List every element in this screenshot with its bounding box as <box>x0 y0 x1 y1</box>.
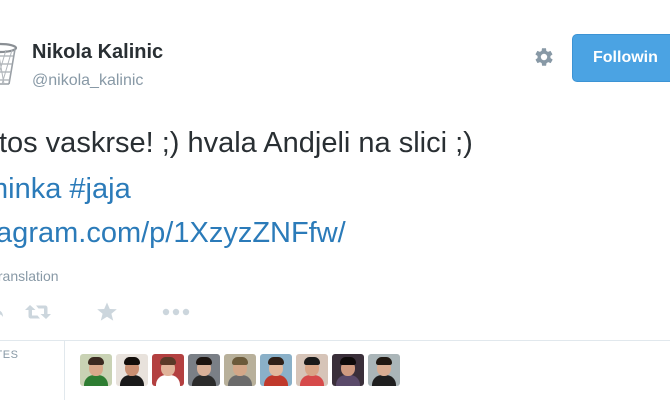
author-screen-name[interactable]: @nikola_kalinic <box>32 72 143 90</box>
following-button[interactable]: Followin <box>572 34 670 82</box>
favorite-button[interactable] <box>96 300 118 324</box>
favorites-count-label: ITES <box>0 349 19 361</box>
tweet-text-line-2: minka #jaja <box>0 172 131 206</box>
author-display-name[interactable]: Nikola Kalinic <box>32 41 163 64</box>
reply-icon <box>0 310 3 317</box>
favoriter-avatar[interactable] <box>260 354 292 386</box>
view-translation-link[interactable]: w translation <box>0 268 59 284</box>
author-avatar[interactable] <box>0 40 18 92</box>
favoriter-avatar[interactable] <box>296 354 328 386</box>
settings-button[interactable] <box>528 42 558 72</box>
favoriter-avatar[interactable] <box>332 354 364 386</box>
favoriter-avatar[interactable] <box>80 354 112 386</box>
more-options-button[interactable] <box>162 300 190 324</box>
tweet-text-line-3: tagram.com/p/1XzyzZNFfw/ <box>0 216 346 250</box>
stats-vertical-divider <box>64 340 65 400</box>
favoriter-avatar[interactable] <box>224 354 256 386</box>
favoriter-avatar[interactable] <box>152 354 184 386</box>
favorite-icon <box>97 302 117 321</box>
retweet-icon <box>25 305 51 319</box>
hashtag-link[interactable]: minka <box>0 173 61 205</box>
reply-button[interactable] <box>0 300 4 324</box>
favoriter-avatar[interactable] <box>116 354 148 386</box>
stats-divider <box>0 340 670 341</box>
tweet-text-line-1: istos vaskrse! ;) hvala Andjeli na slici… <box>0 127 473 159</box>
favoriter-avatar[interactable] <box>188 354 220 386</box>
hashtag-jaja-link[interactable]: #jaja <box>69 173 130 205</box>
instagram-url-link[interactable]: tagram.com/p/1XzyzZNFfw/ <box>0 217 346 249</box>
gear-icon <box>535 48 553 66</box>
favoriter-avatar[interactable] <box>368 354 400 386</box>
more-icon <box>162 308 190 316</box>
basketball-net-icon <box>0 42 18 85</box>
retweet-button[interactable] <box>24 300 52 324</box>
favoriters-avatars <box>80 354 400 386</box>
